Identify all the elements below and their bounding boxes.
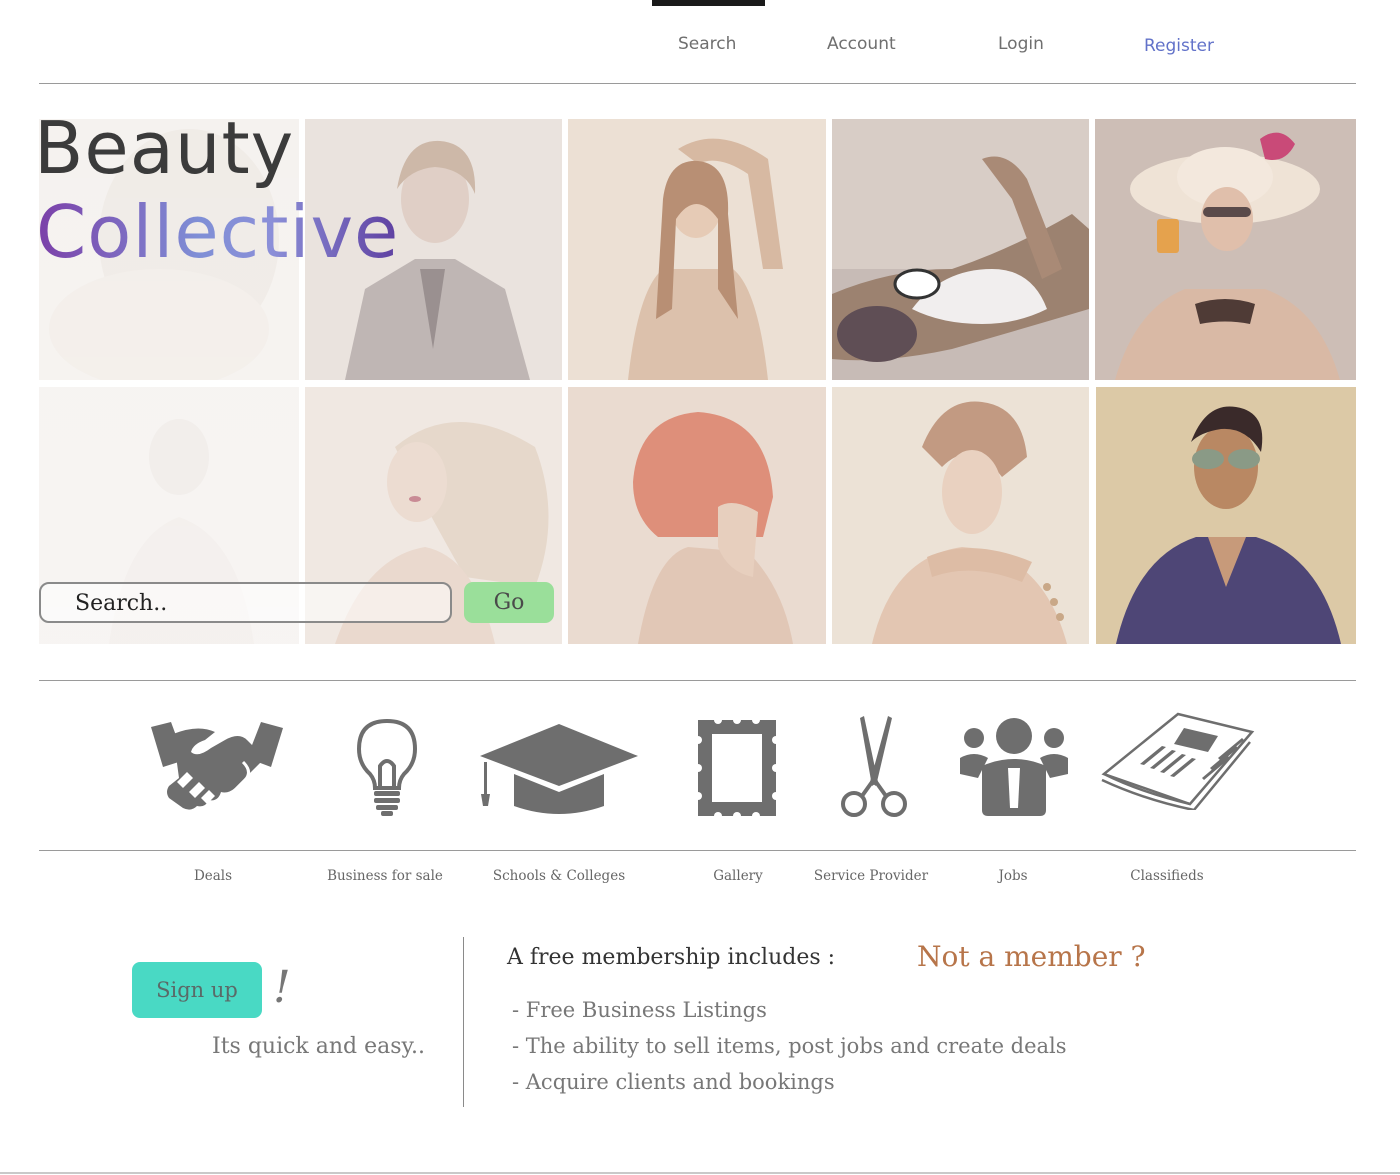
nav-register[interactable]: Register — [1144, 36, 1214, 56]
category-label-classifieds[interactable]: Classifieds — [1130, 868, 1203, 884]
nav-login[interactable]: Login — [998, 34, 1044, 54]
search-box — [39, 582, 452, 623]
go-button[interactable]: Go — [464, 582, 554, 623]
graduation-cap-icon[interactable] — [478, 724, 640, 814]
nav-search[interactable]: Search — [678, 34, 736, 54]
category-divider — [39, 850, 1356, 851]
brand-title-line2: Collective — [36, 190, 400, 274]
hero-photo-woman-pearls — [832, 387, 1089, 644]
nav-account[interactable]: Account — [827, 34, 896, 54]
footer-divider — [0, 1172, 1400, 1174]
header-divider — [39, 83, 1356, 84]
brand-title-line1: Beauty — [34, 106, 295, 190]
hero-photo-woman-red-bob — [568, 387, 826, 644]
category-label-schools-colleges[interactable]: Schools & Colleges — [493, 868, 625, 884]
category-label-service-provider[interactable]: Service Provider — [814, 868, 928, 884]
people-icon[interactable] — [960, 718, 1068, 816]
hero-photo-woman-sunhat — [1095, 119, 1356, 380]
signup-divider — [463, 937, 464, 1107]
hero-photo-man-sunglasses — [1096, 387, 1356, 644]
signup-button[interactable]: Sign up — [132, 962, 262, 1018]
category-label-deals[interactable]: Deals — [194, 868, 232, 884]
benefit-item: - Acquire clients and bookings — [512, 1070, 835, 1094]
scissors-icon[interactable] — [840, 716, 908, 818]
category-label-business-for-sale[interactable]: Business for sale — [327, 868, 443, 884]
picture-frame-icon[interactable] — [694, 716, 780, 820]
membership-title: A free membership includes : — [507, 945, 836, 970]
hero-photo-woman-sunbathing — [832, 119, 1089, 380]
handshake-icon[interactable] — [143, 722, 289, 817]
search-input[interactable] — [75, 589, 435, 617]
category-label-gallery[interactable]: Gallery — [713, 868, 763, 884]
signup-exclamation: ! — [273, 962, 291, 1013]
hero-divider — [39, 680, 1356, 681]
not-member-link[interactable]: Not a member ? — [917, 940, 1146, 973]
category-label-jobs[interactable]: Jobs — [998, 868, 1027, 884]
benefit-item: - Free Business Listings — [512, 998, 767, 1022]
hero-photo-woman-arm-raised — [568, 119, 826, 380]
newspaper-icon[interactable] — [1100, 712, 1255, 812]
lightbulb-icon[interactable] — [356, 718, 418, 816]
signup-tagline: Its quick and easy.. — [212, 1034, 426, 1059]
benefit-item: - The ability to sell items, post jobs a… — [512, 1034, 1067, 1058]
nav-active-indicator — [652, 0, 765, 6]
